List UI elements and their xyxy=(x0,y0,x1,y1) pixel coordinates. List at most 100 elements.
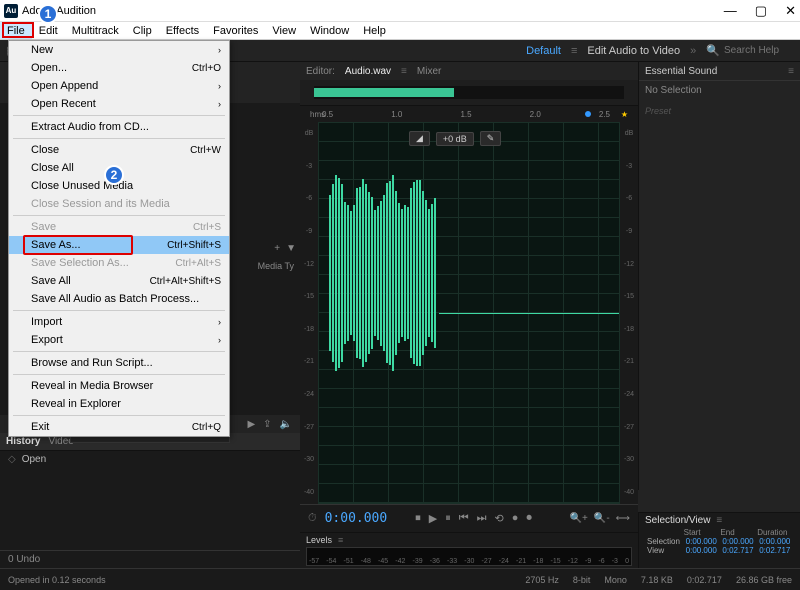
time-tick: 2.5 xyxy=(599,110,610,119)
status-segment: 0:02.717 xyxy=(687,575,722,585)
menu-item-exit[interactable]: ExitCtrl+Q xyxy=(9,418,229,436)
menu-item-extract-audio-from-cd[interactable]: Extract Audio from CD... xyxy=(9,118,229,136)
status-segment: Mono xyxy=(604,575,627,585)
transport-button-2[interactable]: ⏸ xyxy=(445,512,451,525)
status-segment: 8-bit xyxy=(573,575,591,585)
menu-effects[interactable]: Effects xyxy=(159,22,206,39)
transport-button-3[interactable]: ⏮ xyxy=(459,512,469,525)
panel-menu-icon[interactable]: ≡ xyxy=(338,535,343,545)
history-item-label: Open xyxy=(22,454,46,465)
window-minimize-button[interactable]: — xyxy=(724,3,737,19)
menubar: FileEditMultitrackClipEffectsFavoritesVi… xyxy=(0,22,800,40)
menu-help[interactable]: Help xyxy=(356,22,393,39)
menu-item-reveal-in-explorer[interactable]: Reveal in Explorer xyxy=(9,395,229,413)
menu-item-save: SaveCtrl+S xyxy=(9,218,229,236)
edit-icon[interactable]: ✎ xyxy=(480,131,502,146)
share-icon[interactable]: ⇪ xyxy=(263,419,271,430)
panel-menu-icon[interactable]: ≡ xyxy=(788,66,794,77)
menu-item-save-all-audio-as-batch-process[interactable]: Save All Audio as Batch Process... xyxy=(9,290,229,308)
row-selection-label: Selection xyxy=(645,537,684,546)
status-segment: 7.18 KB xyxy=(641,575,673,585)
menu-item-save-as[interactable]: Save As...Ctrl+Shift+S xyxy=(9,236,229,254)
file-menu-dropdown: New›Open...Ctrl+OOpen Append›Open Recent… xyxy=(8,40,230,437)
row-view-label: View xyxy=(645,546,684,555)
fade-in-icon[interactable]: ◢ xyxy=(409,131,430,146)
menu-edit[interactable]: Edit xyxy=(32,22,65,39)
timecode-icon[interactable]: ⏱ xyxy=(308,512,317,525)
selection-view-panel: Selection/View ≡ Start End Duration Sele… xyxy=(638,512,800,568)
selection-view-title: Selection/View xyxy=(645,515,710,526)
transport-bar: ⏱ 0:00.000 ⏹ ▶ ⏸ ⏮ ⏭ ⟲ ● ⏺ 🔍+ 🔍- ⟷ xyxy=(300,504,638,532)
transport-button-1[interactable]: ▶ xyxy=(429,512,437,525)
transport-button-5[interactable]: ⟲ xyxy=(495,512,504,525)
db-ruler-right: dB-3-6-9-12-15-18-21-24-27-30-40 xyxy=(620,122,638,504)
workspace-task[interactable]: Edit Audio to Video xyxy=(587,45,680,57)
menu-item-save-all[interactable]: Save AllCtrl+Alt+Shift+S xyxy=(9,272,229,290)
levels-meter[interactable]: -57-54-51-48-45-42-39-36-33-30-27-24-21-… xyxy=(306,547,632,566)
essential-sound-title: Essential Sound xyxy=(645,66,717,77)
menu-item-open-recent[interactable]: Open Recent› xyxy=(9,95,229,113)
zoom-full-icon[interactable]: ⟷ xyxy=(616,513,630,524)
workspace-default[interactable]: Default xyxy=(526,45,561,57)
transport-button-4[interactable]: ⏭ xyxy=(477,512,487,525)
db-ruler-left: dB-3-6-9-12-15-18-21-24-27-30-40 xyxy=(300,122,318,504)
view-end[interactable]: 0:02.717 xyxy=(720,546,757,555)
waveform xyxy=(329,173,439,373)
menu-item-open-append[interactable]: Open Append› xyxy=(9,77,229,95)
hamburger-icon[interactable]: ≡ xyxy=(571,45,577,57)
volume-readout[interactable]: +0 dB xyxy=(436,132,474,146)
menu-multitrack[interactable]: Multitrack xyxy=(65,22,126,39)
zoom-out-icon[interactable]: 🔍- xyxy=(594,513,610,524)
zoom-in-icon[interactable]: 🔍+ xyxy=(570,513,588,524)
waveform-editor[interactable]: dB-3-6-9-12-15-18-21-24-27-30-40 ◢ +0 dB… xyxy=(300,122,638,504)
filter-icon[interactable]: ▼ xyxy=(286,243,296,254)
editor-filename[interactable]: Audio.wav xyxy=(345,66,391,77)
levels-panel: Levels ≡ -57-54-51-48-45-42-39-36-33-30-… xyxy=(300,532,638,568)
timecode[interactable]: 0:00.000 xyxy=(325,511,388,526)
panel-menu-icon[interactable]: ≡ xyxy=(401,66,407,77)
menu-item-close[interactable]: CloseCtrl+W xyxy=(9,141,229,159)
workspace-more-icon[interactable]: » xyxy=(690,45,696,57)
menu-item-open[interactable]: Open...Ctrl+O xyxy=(9,59,229,77)
undo-count: 0 Undo xyxy=(0,550,300,568)
transport-button-6[interactable]: ● xyxy=(512,512,519,525)
status-bar: Opened in 0.12 seconds 2705 Hz8-bitMono7… xyxy=(0,568,800,590)
menu-item-reveal-in-media-browser[interactable]: Reveal in Media Browser xyxy=(9,377,229,395)
annotation-2: 2 xyxy=(104,165,124,185)
menu-item-import[interactable]: Import› xyxy=(9,313,229,331)
view-duration[interactable]: 0:02.717 xyxy=(757,546,794,555)
panel-menu-icon[interactable]: ≡ xyxy=(716,515,722,526)
history-item[interactable]: ◇ Open xyxy=(0,451,300,468)
selection-end[interactable]: 0:00.000 xyxy=(720,537,757,546)
view-start[interactable]: 0:00.000 xyxy=(684,546,721,555)
menu-favorites[interactable]: Favorites xyxy=(206,22,265,39)
status-message: Opened in 0.12 seconds xyxy=(8,575,106,585)
selection-start[interactable]: 0:00.000 xyxy=(684,537,721,546)
time-ruler[interactable]: hms 0.51.01.52.02.5 ★ xyxy=(300,106,638,122)
menu-item-close-session-and-its-media: Close Session and its Media xyxy=(9,195,229,213)
transport-button-7[interactable]: ⏺ xyxy=(526,512,532,525)
window-close-button[interactable]: ✕ xyxy=(785,3,796,19)
app-icon: Au xyxy=(4,4,18,18)
menu-item-export[interactable]: Export› xyxy=(9,331,229,349)
col-end: End xyxy=(720,528,757,537)
play-icon[interactable]: ▶ xyxy=(247,419,255,430)
col-start: Start xyxy=(684,528,721,537)
search-input[interactable] xyxy=(724,45,794,56)
history-panel: ◇ Open 0 Undo xyxy=(0,451,300,568)
navigator[interactable] xyxy=(300,80,638,106)
menu-clip[interactable]: Clip xyxy=(126,22,159,39)
history-tab[interactable]: History xyxy=(6,436,40,447)
favorite-icon[interactable]: ★ xyxy=(621,110,628,119)
add-icon[interactable]: + xyxy=(274,243,280,254)
mixer-tab[interactable]: Mixer xyxy=(417,66,441,77)
speaker-icon[interactable]: 🔈 xyxy=(280,419,292,430)
window-maximize-button[interactable]: ▢ xyxy=(755,3,767,19)
menu-view[interactable]: View xyxy=(265,22,303,39)
selection-duration[interactable]: 0:00.000 xyxy=(757,537,794,546)
search-icon: 🔍 xyxy=(706,44,720,57)
transport-button-0[interactable]: ⏹ xyxy=(415,512,421,525)
menu-item-new[interactable]: New› xyxy=(9,41,229,59)
menu-window[interactable]: Window xyxy=(303,22,356,39)
menu-item-browse-and-run-script[interactable]: Browse and Run Script... xyxy=(9,354,229,372)
